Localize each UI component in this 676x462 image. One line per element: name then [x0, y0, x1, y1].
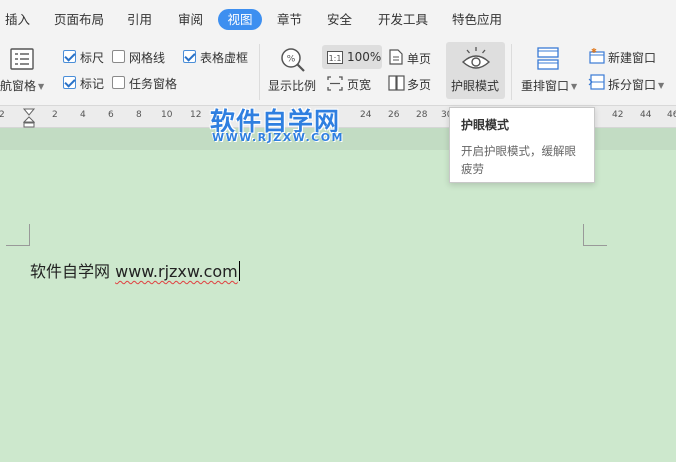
marks-label: 标记: [80, 77, 105, 91]
document-body[interactable]: 软件自学网 www.rjzxw.com: [30, 258, 240, 282]
chevron-down-icon: ▼: [658, 81, 665, 90]
corner-mark-right: [583, 224, 607, 246]
ruler-number: 4: [80, 110, 86, 120]
tab-security[interactable]: 安全: [319, 9, 360, 30]
ruler-number: 46: [667, 110, 676, 120]
eye-mode-label: 护眼模式: [451, 79, 500, 93]
ruler-number: 24: [360, 110, 372, 120]
table-gridlines-label: 表格虚框: [200, 51, 249, 65]
zoom-label[interactable]: 显示比例: [268, 77, 316, 94]
actual-size-icon: 1:1: [327, 51, 343, 64]
tab-review[interactable]: 审阅: [170, 9, 211, 30]
ruler-number: 2: [0, 110, 5, 120]
watermark-url: WWW.RJZXW.COM: [212, 131, 344, 144]
navigation-pane-label: 导航窗格: [0, 79, 37, 93]
ruler-label: 标尺: [80, 51, 105, 65]
svg-text:✱: ✱: [591, 48, 597, 55]
ruler-number: 6: [108, 110, 114, 120]
task-pane-checkbox[interactable]: [112, 76, 125, 89]
multi-page-button[interactable]: 多页: [407, 76, 431, 93]
chevron-down-icon: ▼: [38, 82, 45, 91]
page-width-button[interactable]: 页宽: [347, 76, 371, 93]
tab-insert[interactable]: 插入: [0, 9, 38, 30]
ruler-number: 12: [190, 110, 202, 120]
zoom-value: 100%: [347, 50, 382, 64]
ruler-number: 2: [52, 110, 58, 120]
new-window-icon: ✱: [589, 48, 605, 64]
arrange-windows-icon[interactable]: [537, 47, 559, 71]
eye-mode-tooltip: 护眼模式 开启护眼模式，缓解眼疲劳: [449, 107, 595, 183]
ribbon-separator: [511, 44, 512, 100]
tab-developer[interactable]: 开发工具: [370, 9, 436, 30]
table-gridlines-checkbox[interactable]: [183, 50, 196, 63]
document-text: 软件自学网: [30, 262, 111, 281]
ruler-checkbox[interactable]: [63, 50, 76, 63]
tab-chapter[interactable]: 章节: [269, 9, 310, 30]
ruler-number: 8: [136, 110, 142, 120]
multi-page-icon: [388, 75, 405, 91]
tooltip-title: 护眼模式: [461, 118, 510, 132]
ribbon-separator: [259, 44, 260, 100]
chevron-down-icon: ▼: [571, 82, 578, 91]
ruler-number: 42: [612, 110, 624, 120]
tab-view[interactable]: 视图: [218, 9, 262, 30]
document-url: www.rjzxw.com: [115, 262, 238, 281]
split-window-icon: [588, 74, 605, 90]
gridlines-label: 网格线: [129, 51, 166, 65]
tooltip-description: 开启护眼模式，缓解眼疲劳: [461, 144, 576, 176]
tab-featured-apps[interactable]: 特色应用: [444, 9, 510, 30]
marks-checkbox[interactable]: [63, 76, 76, 89]
page-width-icon: [327, 76, 343, 91]
navigation-pane-button[interactable]: 导航窗格▼: [0, 77, 44, 94]
gridlines-checkbox[interactable]: [112, 50, 125, 63]
split-window-button[interactable]: 拆分窗口 ▼: [608, 76, 664, 93]
split-window-label: 拆分窗口: [608, 78, 657, 92]
ribbon: 导航窗格▼ 标尺 网格线 表格虚框 标记 任务窗格 % 显示比例 1:1 100…: [0, 38, 676, 106]
indent-marker-icon[interactable]: [23, 108, 35, 128]
text-cursor: [238, 261, 240, 281]
ruler-number: 28: [416, 110, 428, 120]
tab-references[interactable]: 引用: [119, 9, 160, 30]
eye-icon: [461, 47, 491, 69]
zoom-icon[interactable]: %: [280, 47, 306, 73]
ruler-number: 44: [640, 110, 652, 120]
menu-bar: 插入 页面布局 引用 审阅 视图 章节 安全 开发工具 特色应用: [0, 0, 676, 38]
arrange-windows-label: 重排窗口: [521, 79, 570, 93]
ruler-number: 10: [161, 110, 173, 120]
corner-mark-left: [6, 224, 30, 246]
new-window-button[interactable]: 新建窗口: [608, 49, 656, 66]
single-page-button[interactable]: 单页: [407, 50, 431, 67]
tab-page-layout[interactable]: 页面布局: [46, 9, 112, 30]
single-page-icon: [389, 49, 403, 65]
navigation-pane-icon[interactable]: [10, 48, 34, 70]
task-pane-label: 任务窗格: [129, 77, 178, 91]
svg-text:1:1: 1:1: [329, 54, 342, 63]
arrange-windows-button[interactable]: 重排窗口 ▼: [521, 77, 577, 94]
svg-text:%: %: [287, 55, 296, 65]
ruler-number: 26: [388, 110, 400, 120]
